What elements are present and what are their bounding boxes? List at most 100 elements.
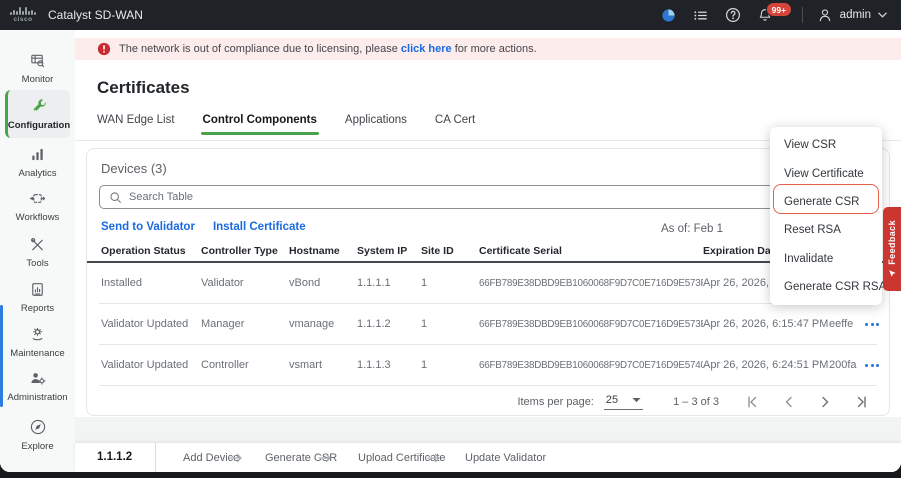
footer-gap [75, 417, 901, 443]
cell-hostname: vBond [289, 277, 357, 289]
sidebar-label-maintenance: Maintenance [10, 348, 64, 359]
monitor-icon [29, 52, 46, 69]
notifications-bell-icon[interactable]: 99+ [756, 6, 774, 24]
feedback-tab[interactable]: Feedback [883, 207, 901, 291]
sidebar-item-monitor[interactable]: Monitor [5, 52, 70, 85]
table-row[interactable]: Installed Validator vBond 1.1.1.1 1 66FB… [87, 263, 889, 303]
cell-uuid: 200fa [829, 359, 863, 371]
user-menu[interactable]: admin [817, 7, 887, 23]
next-page-button[interactable] [817, 394, 833, 410]
compliance-banner: The network is out of compliance due to … [75, 38, 901, 60]
col-site-id: Site ID [421, 245, 479, 257]
sidebar-label-reports: Reports [21, 303, 54, 314]
sidebar-item-analytics[interactable]: Analytics [5, 146, 70, 179]
items-per-page-value: 25 [606, 394, 618, 406]
row-actions-button[interactable] [863, 319, 889, 330]
menu-item-view-csr[interactable]: View CSR [770, 131, 882, 159]
tab-bar: WAN Edge List Control Components Applica… [97, 114, 475, 135]
sidebar-scrollbar[interactable] [0, 305, 3, 407]
cell-operation-status: Validator Updated [101, 318, 201, 330]
banner-text: The network is out of compliance due to … [119, 43, 537, 55]
arrow-right-icon [318, 453, 333, 463]
tools-icon [29, 236, 46, 253]
sidebar-label-analytics: Analytics [18, 168, 56, 179]
footer-device-ip: 1.1.1.2 [97, 451, 132, 463]
sidebar: Monitor Configuration Analytics Workflow… [0, 30, 75, 472]
send-to-validator-button[interactable]: Send to Validator [101, 221, 195, 233]
reports-icon [29, 281, 46, 298]
license-usage-icon[interactable] [660, 6, 678, 24]
menu-item-generate-csr[interactable]: Generate CSR [770, 188, 882, 216]
previous-page-button[interactable] [781, 394, 797, 410]
menu-item-invalidate[interactable]: Invalidate [770, 245, 882, 273]
menu-item-generate-csr-rsa-4k[interactable]: Generate CSR RSA-4K [770, 273, 882, 301]
step-update-validator[interactable]: Update Validator [465, 452, 546, 464]
pagination-range: 1 – 3 of 3 [673, 396, 719, 408]
col-operation-status: Operation Status [101, 245, 201, 257]
cell-certificate-serial: 66FB789E38DBD9EB1060068F9D7C0E716D9E5740 [479, 360, 703, 371]
menu-item-reset-rsa[interactable]: Reset RSA [770, 216, 882, 244]
pagination: Items per page: 25 1 – 3 of 3 [87, 387, 875, 417]
table-bottom-divider [99, 385, 877, 386]
install-certificate-button[interactable]: Install Certificate [213, 221, 306, 233]
sidebar-item-administration[interactable]: Administration [5, 370, 70, 403]
top-bar: cisco Catalyst SD-WAN 99+ admin [0, 0, 901, 30]
sidebar-item-configuration[interactable]: Configuration [5, 90, 70, 138]
app-title: Catalyst SD-WAN [48, 8, 143, 22]
sidebar-item-workflows[interactable]: Workflows [5, 190, 70, 223]
col-system-ip: System IP [357, 245, 421, 257]
cell-certificate-serial: 66FB789E38DBD9EB1060068F9D7C0E716D9E573E [479, 319, 703, 330]
banner-prefix: The network is out of compliance due to … [119, 43, 398, 55]
sidebar-item-tools[interactable]: Tools [5, 236, 70, 269]
table-search [99, 185, 877, 209]
banner-suffix: for more actions. [455, 43, 537, 55]
row-actions-button[interactable] [863, 360, 889, 371]
help-icon[interactable] [724, 6, 742, 24]
analytics-icon [29, 146, 46, 163]
chevron-down-icon [878, 12, 887, 18]
cell-controller-type: Validator [201, 277, 289, 289]
workflow-footer: 1.1.1.2 Add Device Generate CSR Upload C… [75, 443, 901, 472]
items-per-page-label: Items per page: [517, 396, 593, 408]
first-page-button[interactable] [745, 394, 761, 410]
cell-operation-status: Validator Updated [101, 359, 201, 371]
arrow-right-icon [229, 453, 244, 463]
workflows-icon [29, 190, 46, 207]
user-name: admin [840, 9, 871, 21]
cell-expiration-date: Apr 26, 2026, 6:15:47 PM [703, 318, 829, 330]
cisco-logo-bars-icon [10, 7, 36, 15]
cell-system-ip: 1.1.1.1 [357, 277, 421, 289]
cell-operation-status: Installed [101, 277, 201, 289]
items-per-page-select[interactable]: 25 [604, 394, 643, 410]
col-controller-type: Controller Type [201, 245, 289, 257]
devices-table: Operation Status Controller Type Hostnam… [87, 241, 889, 386]
tab-control-components[interactable]: Control Components [203, 114, 317, 135]
cell-hostname: vsmart [289, 359, 357, 371]
cell-system-ip: 1.1.1.2 [357, 318, 421, 330]
devices-heading: Devices (3) [101, 161, 167, 176]
tab-ca-cert[interactable]: CA Cert [435, 114, 475, 135]
banner-click-here-link[interactable]: click here [401, 43, 452, 55]
col-hostname: Hostname [289, 245, 357, 257]
alert-icon [97, 42, 111, 56]
tab-applications[interactable]: Applications [345, 114, 407, 135]
cell-expiration-date: Apr 26, 2026, 6:24:51 PM [703, 359, 829, 371]
cell-site-id: 1 [421, 359, 479, 371]
tab-wan-edge-list[interactable]: WAN Edge List [97, 114, 175, 135]
menu-item-view-certificate[interactable]: View Certificate [770, 159, 882, 187]
table-row[interactable]: Validator Updated Manager vmanage 1.1.1.… [87, 304, 889, 344]
cell-site-id: 1 [421, 277, 479, 289]
sidebar-item-reports[interactable]: Reports [5, 281, 70, 314]
table-row[interactable]: Validator Updated Controller vsmart 1.1.… [87, 345, 889, 385]
search-input[interactable] [129, 191, 819, 203]
row-actions-menu: View CSR View Certificate Generate CSR R… [770, 127, 882, 305]
sidebar-label-configuration: Configuration [8, 120, 70, 131]
feedback-cursor-icon [888, 269, 897, 278]
sidebar-item-maintenance[interactable]: Maintenance [5, 326, 70, 359]
table-header-row: Operation Status Controller Type Hostnam… [87, 241, 889, 263]
col-certificate-serial: Certificate Serial [479, 245, 703, 257]
sidebar-item-explore[interactable]: Explore [5, 418, 70, 452]
task-list-icon[interactable] [692, 6, 710, 24]
last-page-button[interactable] [853, 394, 869, 410]
cell-uuid: eeffe [829, 318, 863, 330]
